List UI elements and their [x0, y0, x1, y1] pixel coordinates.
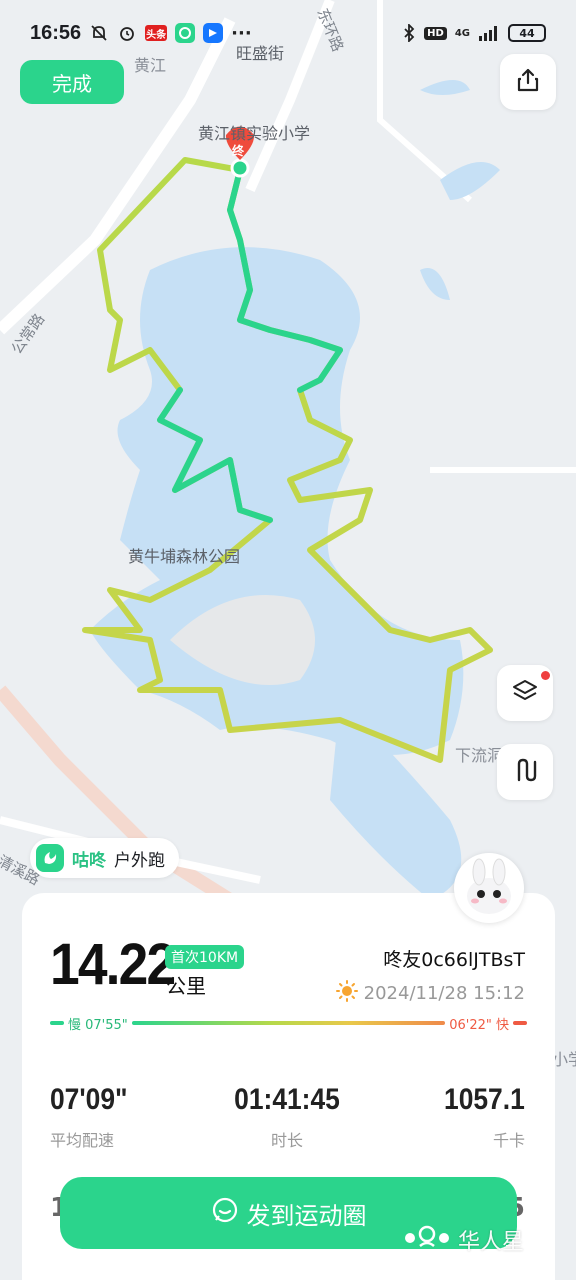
codoon-logo-icon — [36, 844, 64, 872]
nav-app-icon — [203, 23, 224, 43]
codoon-icon — [175, 23, 196, 43]
stat-calories: 1057.1 千卡 — [433, 1083, 525, 1151]
pace-fast-swatch — [513, 1021, 527, 1025]
stat-value: 1057.1 — [444, 1083, 525, 1116]
watermark-text: 华人星 — [458, 1230, 525, 1255]
toutiao-icon: 头条 — [145, 25, 168, 41]
brand-pill: 咕咚 户外跑 — [30, 838, 179, 878]
watermark: 华人星 — [402, 1224, 524, 1256]
user-name[interactable]: 咚友0c66lJTBsT — [383, 945, 525, 972]
done-button[interactable]: 完成 — [20, 60, 124, 104]
avatar-bunny-icon — [467, 858, 511, 914]
end-marker-label: 终 — [232, 144, 245, 158]
sun-icon — [335, 980, 358, 1007]
chat-bubble-icon — [211, 1196, 239, 1231]
stat-value: 01:41:45 — [234, 1083, 340, 1116]
post-button-label: 发到运动圈 — [246, 1202, 367, 1230]
status-time: 16:56 — [30, 21, 82, 44]
map-layers-button[interactable] — [497, 665, 553, 721]
pace-legend: 慢 07'55" 06'22" 快 — [50, 1016, 527, 1033]
route-toggle-button[interactable] — [497, 744, 553, 800]
watermark-logo-icon — [402, 1224, 452, 1256]
battery-indicator: 44 — [508, 24, 546, 42]
alarm-icon — [117, 23, 137, 43]
distance-value: 14.22 — [50, 932, 176, 997]
pace-slow-label: 慢 07'55" — [68, 1017, 128, 1033]
stat-value: 07'09" — [50, 1083, 128, 1116]
signal-icon — [478, 25, 500, 41]
distance-unit: 公里 — [166, 974, 206, 998]
hd-icon: HD — [424, 26, 447, 40]
status-bar: 16:56 头条 ··· HD 4G 44 — [0, 0, 576, 66]
stat-label: 千卡 — [492, 1131, 525, 1150]
bluetooth-icon — [402, 24, 416, 42]
stat-label: 平均配速 — [50, 1131, 115, 1150]
activity-type: 户外跑 — [114, 850, 165, 871]
map-label-edge: 小学 — [552, 1050, 576, 1069]
pace-gradient — [131, 1021, 446, 1025]
layers-icon — [511, 677, 539, 709]
share-button[interactable] — [500, 54, 556, 110]
network-label: 4G — [454, 27, 470, 39]
first-10k-badge: 首次10KM — [165, 945, 245, 969]
map-label-school: 黄江镇实验小学 — [198, 124, 311, 143]
date-row: 2024/11/28 15:12 — [335, 980, 525, 1007]
map-label-place-east: 下流洞 — [455, 746, 504, 765]
route-curve-icon — [511, 756, 539, 788]
notification-dot — [541, 671, 550, 680]
mute-icon — [89, 23, 109, 43]
map-label-park: 黄牛埔森林公园 — [128, 547, 241, 566]
stat-avg-pace: 07'09" 平均配速 — [50, 1083, 138, 1151]
more-icon: ··· — [231, 22, 252, 44]
activity-date: 2024/11/28 15:12 — [363, 983, 525, 1004]
stat-label: 时长 — [270, 1131, 303, 1150]
stat-duration: 01:41:45 时长 — [222, 1083, 352, 1151]
share-icon — [515, 67, 541, 97]
pace-slow-swatch — [50, 1021, 64, 1025]
brand-name: 咕咚 — [72, 850, 106, 871]
pace-fast-label: 06'22" 快 — [449, 1017, 509, 1033]
avatar[interactable] — [454, 853, 524, 923]
